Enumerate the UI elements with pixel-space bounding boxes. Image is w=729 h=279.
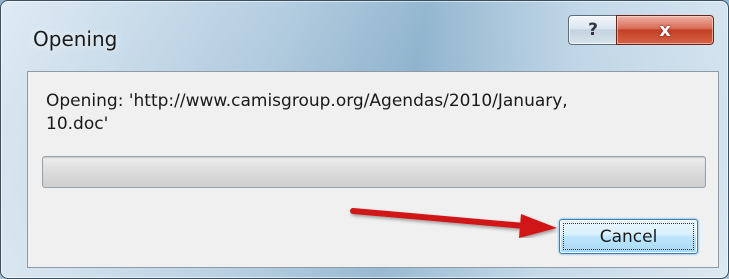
- arrow-head: [519, 214, 557, 238]
- red-arrow-annotation: [350, 208, 557, 238]
- dialog-body: Opening: 'http://www.camisgroup.org/Agen…: [27, 71, 719, 268]
- cancel-button[interactable]: Cancel: [559, 219, 698, 254]
- close-button[interactable]: x: [616, 15, 714, 45]
- help-button[interactable]: ?: [568, 15, 618, 45]
- opening-message: Opening: 'http://www.camisgroup.org/Agen…: [46, 91, 568, 134]
- focus-ring: [563, 223, 694, 250]
- dialog-title: Opening: [33, 27, 118, 51]
- progress-bar: [42, 156, 706, 188]
- close-icon: x: [659, 19, 671, 41]
- help-icon: ?: [588, 20, 598, 40]
- arrow-shaft: [350, 208, 528, 229]
